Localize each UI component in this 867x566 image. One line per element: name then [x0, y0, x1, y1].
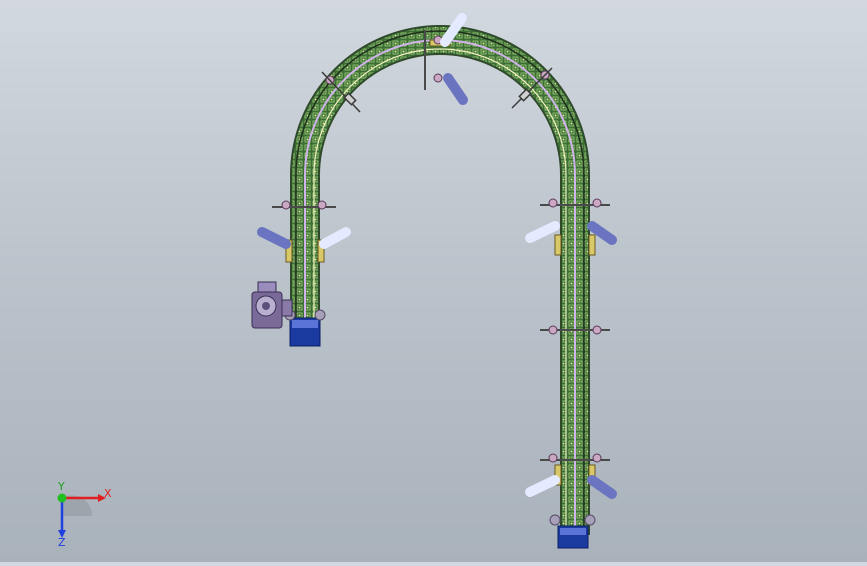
y-axis-dot: [57, 493, 67, 503]
y-axis-label: Y: [57, 480, 65, 493]
drive-motor[interactable]: [251, 281, 293, 329]
conveyor-model[interactable]: [0, 0, 867, 562]
z-axis-label: Z: [58, 536, 66, 548]
x-axis-label: X: [104, 487, 112, 500]
cad-viewport[interactable]: X Y Z: [0, 0, 867, 562]
coordinate-triad: X Y Z: [57, 480, 112, 548]
